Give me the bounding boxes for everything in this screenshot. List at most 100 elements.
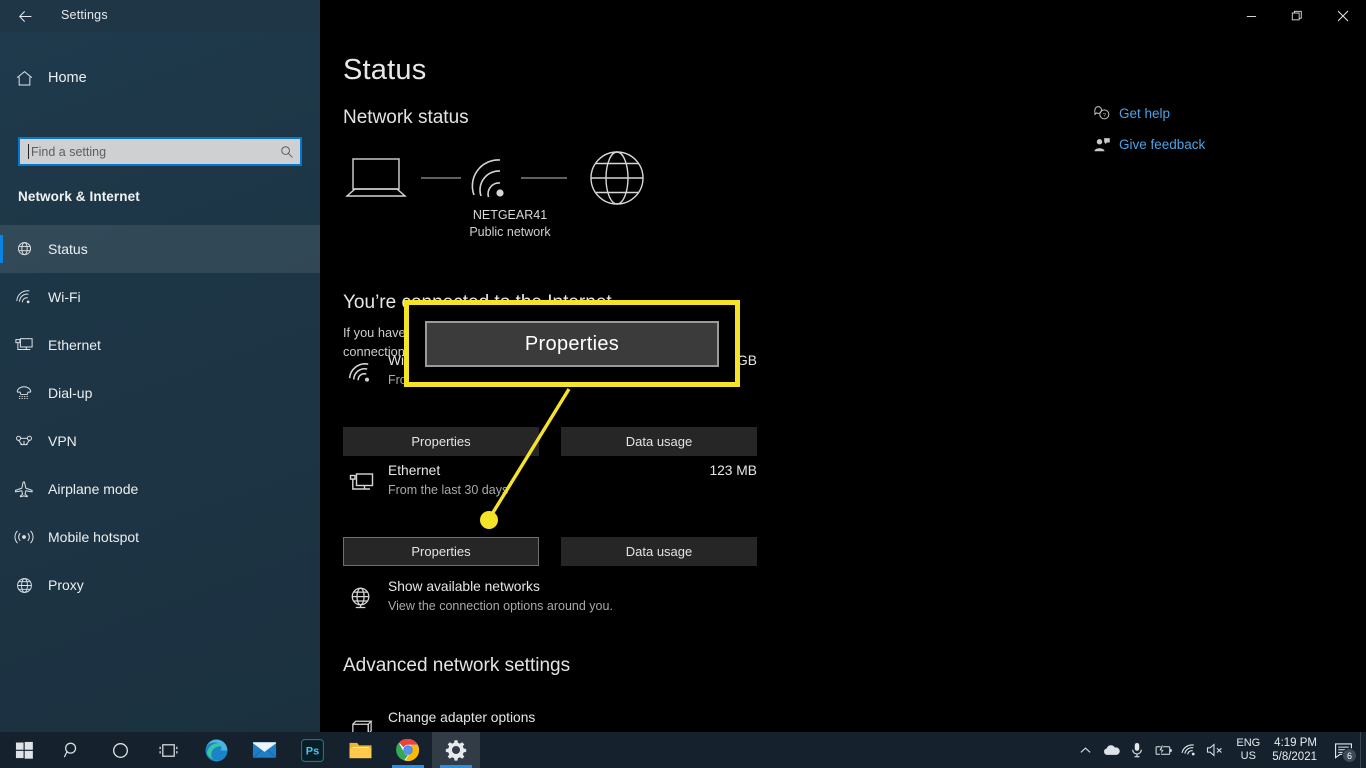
taskbar-task-view-button[interactable] bbox=[144, 732, 192, 768]
sidebar-item-wifi[interactable]: Wi-Fi bbox=[0, 273, 320, 321]
wifi-dot-icon bbox=[496, 189, 504, 197]
wifi-signal-icon bbox=[471, 159, 501, 198]
ethernet-data-usage-button[interactable]: Data usage bbox=[561, 537, 757, 566]
tray-battery-button[interactable] bbox=[1150, 732, 1176, 768]
give-feedback-link[interactable]: Give feedback bbox=[1085, 129, 1365, 160]
vpn-icon bbox=[0, 432, 48, 450]
sidebar-item-label: Status bbox=[48, 241, 88, 257]
folder-icon bbox=[349, 742, 371, 758]
search-icon bbox=[63, 742, 76, 757]
change-adapter-title: Change adapter options bbox=[388, 710, 536, 725]
callout-properties-button[interactable]: Properties bbox=[425, 321, 719, 367]
chrome-icon bbox=[396, 738, 420, 762]
home-icon bbox=[0, 69, 48, 88]
tray-wifi-button[interactable] bbox=[1176, 732, 1202, 768]
globe-icon bbox=[590, 151, 644, 205]
minimize-icon bbox=[1246, 15, 1256, 17]
microphone-icon bbox=[1132, 742, 1143, 758]
back-button[interactable] bbox=[8, 2, 42, 30]
sidebar-nav: Status Wi-Fi Ethernet Dial-up VPN Airpla… bbox=[0, 225, 320, 609]
tray-overflow-button[interactable] bbox=[1072, 732, 1098, 768]
wifi-icon bbox=[343, 356, 379, 390]
sidebar-item-label: Airplane mode bbox=[48, 481, 139, 497]
properties-callout: Properties bbox=[404, 300, 740, 387]
help-links: ? Get help Give feedback bbox=[1085, 98, 1365, 160]
svg-text:?: ? bbox=[1103, 112, 1106, 118]
network-name: NETGEAR41 bbox=[472, 208, 548, 222]
minimize-button[interactable] bbox=[1228, 0, 1274, 32]
tray-onedrive-button[interactable] bbox=[1098, 732, 1124, 768]
taskbar-cortana-button[interactable] bbox=[96, 732, 144, 768]
taskbar-items: Ps bbox=[0, 732, 480, 768]
taskbar-mail-button[interactable] bbox=[240, 732, 288, 768]
wifi-data-usage-button[interactable]: Data usage bbox=[561, 427, 757, 456]
taskbar-photoshop-button[interactable]: Ps bbox=[288, 732, 336, 768]
sidebar-item-mobile-hotspot[interactable]: Mobile hotspot bbox=[0, 513, 320, 561]
sidebar-item-status[interactable]: Status bbox=[0, 225, 320, 273]
language-primary: ENG bbox=[1236, 737, 1261, 749]
airplane-icon bbox=[0, 480, 48, 498]
clock-time: 4:19 PM bbox=[1274, 737, 1317, 749]
hotspot-icon bbox=[0, 528, 48, 546]
settings-sidebar: Home Find a setting Network & Internet S… bbox=[0, 32, 320, 732]
wifi-button-pair: Properties Data usage bbox=[343, 427, 757, 456]
ethernet-properties-button[interactable]: Properties bbox=[343, 537, 539, 566]
show-desktop-button[interactable] bbox=[1360, 732, 1366, 768]
sidebar-item-label: Proxy bbox=[48, 577, 84, 593]
language-secondary: US bbox=[1240, 750, 1256, 762]
tray-notifications-button[interactable]: 6 bbox=[1326, 732, 1360, 768]
sidebar-item-label: Ethernet bbox=[48, 337, 101, 353]
wifi-properties-button[interactable]: Properties bbox=[343, 427, 539, 456]
tray-language-indicator[interactable]: ENG US bbox=[1228, 732, 1268, 768]
mail-icon bbox=[252, 742, 276, 759]
text-caret bbox=[28, 144, 29, 159]
close-icon bbox=[1337, 10, 1349, 22]
sidebar-item-label: Wi-Fi bbox=[48, 289, 81, 305]
taskbar: Ps ENG US 4:19 PM 5/8/2021 6 bbox=[0, 732, 1366, 768]
restore-icon bbox=[1291, 10, 1302, 21]
network-status-heading: Network status bbox=[343, 107, 469, 128]
search-input[interactable]: Find a setting bbox=[18, 137, 302, 166]
taskbar-start-button[interactable] bbox=[0, 732, 48, 768]
clock-date: 5/8/2021 bbox=[1272, 751, 1317, 763]
maximize-button[interactable] bbox=[1274, 0, 1320, 32]
taskbar-search-button[interactable] bbox=[48, 732, 96, 768]
speaker-muted-icon bbox=[1207, 743, 1223, 757]
network-type: Public network bbox=[469, 225, 551, 239]
connection-name: Ethernet bbox=[388, 463, 441, 478]
onedrive-cloud-icon bbox=[1104, 745, 1121, 755]
cortana-circle-icon bbox=[112, 742, 128, 758]
screen: Settings Home Find a setting Network & I… bbox=[0, 0, 1366, 768]
advanced-network-settings-heading: Advanced network settings bbox=[343, 655, 571, 676]
window-title: Settings bbox=[61, 8, 108, 22]
ethernet-icon bbox=[0, 336, 48, 354]
sidebar-item-ethernet[interactable]: Ethernet bbox=[0, 321, 320, 369]
tray-volume-button[interactable] bbox=[1202, 732, 1228, 768]
photoshop-icon: Ps bbox=[300, 738, 324, 762]
sidebar-item-home[interactable]: Home bbox=[0, 58, 320, 98]
help-question-icon: ? bbox=[1085, 105, 1119, 123]
close-button[interactable] bbox=[1320, 0, 1366, 32]
ethernet-button-pair: Properties Data usage bbox=[343, 537, 757, 566]
show-available-networks-link[interactable]: Show available networks View the connect… bbox=[343, 577, 763, 623]
edge-icon bbox=[205, 739, 227, 761]
show-networks-title: Show available networks bbox=[388, 579, 540, 594]
get-help-link[interactable]: ? Get help bbox=[1085, 98, 1365, 129]
titlebar-right-region bbox=[320, 0, 1366, 32]
sidebar-item-proxy[interactable]: Proxy bbox=[0, 561, 320, 609]
connection-row-ethernet: Ethernet From the last 30 days 123 MB bbox=[343, 460, 757, 506]
sidebar-item-airplane-mode[interactable]: Airplane mode bbox=[0, 465, 320, 513]
home-label: Home bbox=[48, 70, 87, 86]
taskbar-edge-button[interactable] bbox=[192, 732, 240, 768]
back-arrow-icon bbox=[18, 10, 31, 22]
feedback-person-icon bbox=[1085, 136, 1119, 154]
sidebar-item-dialup[interactable]: Dial-up bbox=[0, 369, 320, 417]
taskbar-file-explorer-button[interactable] bbox=[336, 732, 384, 768]
tray-clock[interactable]: 4:19 PM 5/8/2021 bbox=[1268, 732, 1326, 768]
page-title: Status bbox=[343, 54, 427, 86]
sidebar-item-vpn[interactable]: VPN bbox=[0, 417, 320, 465]
tray-microphone-button[interactable] bbox=[1124, 732, 1150, 768]
taskbar-chrome-button[interactable] bbox=[384, 732, 432, 768]
taskbar-settings-button[interactable] bbox=[432, 732, 480, 768]
get-help-label: Get help bbox=[1119, 106, 1171, 121]
